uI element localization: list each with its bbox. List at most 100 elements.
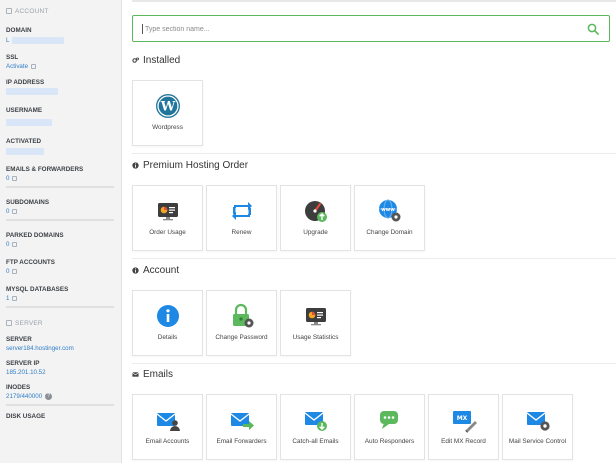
tile-label: Details xyxy=(157,334,178,341)
usage-statistics-icon xyxy=(305,308,326,326)
cogs-icon xyxy=(132,57,139,63)
upgrade-icon xyxy=(304,201,327,222)
subdomains-usage-bar xyxy=(6,219,114,221)
envelope-icon xyxy=(132,372,139,377)
emails-section-title: Emails xyxy=(132,369,173,380)
tile-label: Email Forwarders xyxy=(216,438,267,445)
parked-domains-link[interactable]: 0 xyxy=(6,241,115,248)
parked-domains-label: PARKED DOMAINS xyxy=(6,232,64,239)
tile-upgrade[interactable]: Upgrade xyxy=(280,185,351,251)
external-link-icon xyxy=(12,176,18,181)
emails-forwarders-link[interactable]: 0 xyxy=(6,175,115,182)
top-divider xyxy=(132,0,616,2)
tile-change-password[interactable]: Change Password xyxy=(206,290,277,356)
section-divider xyxy=(132,258,616,259)
emails-forwarders-label: EMAILS & FORWARDERS xyxy=(6,166,84,173)
emails-usage-bar xyxy=(6,186,114,188)
external-link-icon xyxy=(12,209,18,214)
account-header: ACCOUNT xyxy=(0,0,121,22)
search-input[interactable] xyxy=(145,21,565,37)
tile-label: Upgrade xyxy=(303,229,328,236)
main-content: Installed W Wordpress Premium Hosting Or… xyxy=(122,0,616,463)
details-icon xyxy=(156,305,179,327)
redacted-activated-date xyxy=(6,148,44,155)
info-icon xyxy=(132,267,139,274)
change-password-icon xyxy=(232,303,253,328)
tile-label: Order Usage xyxy=(149,229,186,236)
tile-wordpress[interactable]: W Wordpress xyxy=(132,80,203,146)
change-domain-icon: www xyxy=(378,199,400,222)
external-link-icon xyxy=(31,64,37,69)
redacted-username xyxy=(6,119,52,126)
auto-responders-icon xyxy=(379,411,398,429)
svg-text:W: W xyxy=(159,100,175,115)
tile-label: Change Password xyxy=(215,334,268,341)
tile-edit-mx-record[interactable]: MX Edit MX Record xyxy=(428,394,499,460)
inodes-value: 2179/440000 xyxy=(6,393,43,400)
renew-icon xyxy=(231,202,252,220)
user-icon xyxy=(6,8,12,14)
server-header: SERVER xyxy=(0,312,121,334)
server-ip-value: 185.201.10.52 xyxy=(6,369,46,376)
tile-label: Renew xyxy=(231,229,252,236)
search-icon[interactable] xyxy=(587,23,599,35)
server-ip-label: SERVER IP xyxy=(6,360,40,367)
tile-change-domain[interactable]: www Change Domain xyxy=(354,185,425,251)
mx-record-icon: MX xyxy=(452,411,477,433)
ftp-accounts-link[interactable]: 0 xyxy=(6,268,115,275)
redacted-domain xyxy=(12,37,65,44)
tile-label: Usage Statistics xyxy=(292,334,339,341)
section-divider xyxy=(132,153,616,154)
text-caret xyxy=(142,24,143,34)
mysql-databases-label: MYSQL DATABASES xyxy=(6,286,69,293)
tile-mail-service-control[interactable]: Mail Service Control xyxy=(502,394,573,460)
wordpress-icon: W xyxy=(155,94,180,118)
domain-label: DOMAIN xyxy=(6,27,32,34)
email-accounts-icon xyxy=(156,413,180,431)
inodes-usage-bar xyxy=(6,404,114,406)
redacted-ip xyxy=(6,88,58,95)
help-icon[interactable]: ? xyxy=(45,393,53,400)
disk-usage-label: DISK USAGE xyxy=(6,413,46,420)
tile-email-accounts[interactable]: Email Accounts xyxy=(132,394,203,460)
activated-label: ACTIVATED xyxy=(6,138,42,145)
info-icon xyxy=(132,162,139,169)
tile-auto-responders[interactable]: Auto Responders xyxy=(354,394,425,460)
account-section-title: Account xyxy=(132,265,179,276)
sidebar: ACCOUNT DOMAIN L SSL Activate IP ADDRESS… xyxy=(0,0,122,463)
tile-label: Change Domain xyxy=(366,229,413,236)
tile-usage-statistics[interactable]: Usage Statistics xyxy=(280,290,351,356)
email-forwarders-icon xyxy=(230,413,254,430)
tile-label: Mail Service Control xyxy=(508,438,567,445)
search-box[interactable] xyxy=(132,15,610,42)
tile-label: Wordpress xyxy=(152,124,183,131)
server-icon xyxy=(6,320,12,326)
premium-section-title: Premium Hosting Order xyxy=(132,160,248,171)
inodes-label: INODES xyxy=(6,384,31,391)
ip-address-label: IP ADDRESS xyxy=(6,79,45,86)
catch-all-icon xyxy=(304,412,327,431)
subdomains-link[interactable]: 0 xyxy=(6,208,115,215)
order-usage-icon xyxy=(157,203,178,221)
external-link-icon xyxy=(12,296,18,301)
tile-label: Email Accounts xyxy=(145,438,190,445)
tile-renew[interactable]: Renew xyxy=(206,185,277,251)
installed-section-title: Installed xyxy=(132,55,180,66)
external-link-icon xyxy=(12,269,18,274)
tile-details[interactable]: Details xyxy=(132,290,203,356)
mysql-databases-link[interactable]: 1 xyxy=(6,295,115,302)
ssl-label: SSL xyxy=(6,54,19,61)
section-divider xyxy=(132,363,616,364)
ftp-accounts-label: FTP ACCOUNTS xyxy=(6,259,55,266)
tile-catch-all-emails[interactable]: Catch-all Emails xyxy=(280,394,351,460)
ssl-activate-link[interactable]: Activate xyxy=(6,63,115,70)
svg-text:MX: MX xyxy=(456,415,467,422)
external-link-icon xyxy=(12,242,18,247)
username-label: USERNAME xyxy=(6,107,43,114)
mysql-usage-bar xyxy=(6,306,114,308)
subdomains-label: SUBDOMAINS xyxy=(6,199,50,206)
tile-order-usage[interactable]: Order Usage xyxy=(132,185,203,251)
tile-label: Catch-all Emails xyxy=(292,438,339,445)
tile-email-forwarders[interactable]: Email Forwarders xyxy=(206,394,277,460)
svg-text:www: www xyxy=(381,207,395,213)
